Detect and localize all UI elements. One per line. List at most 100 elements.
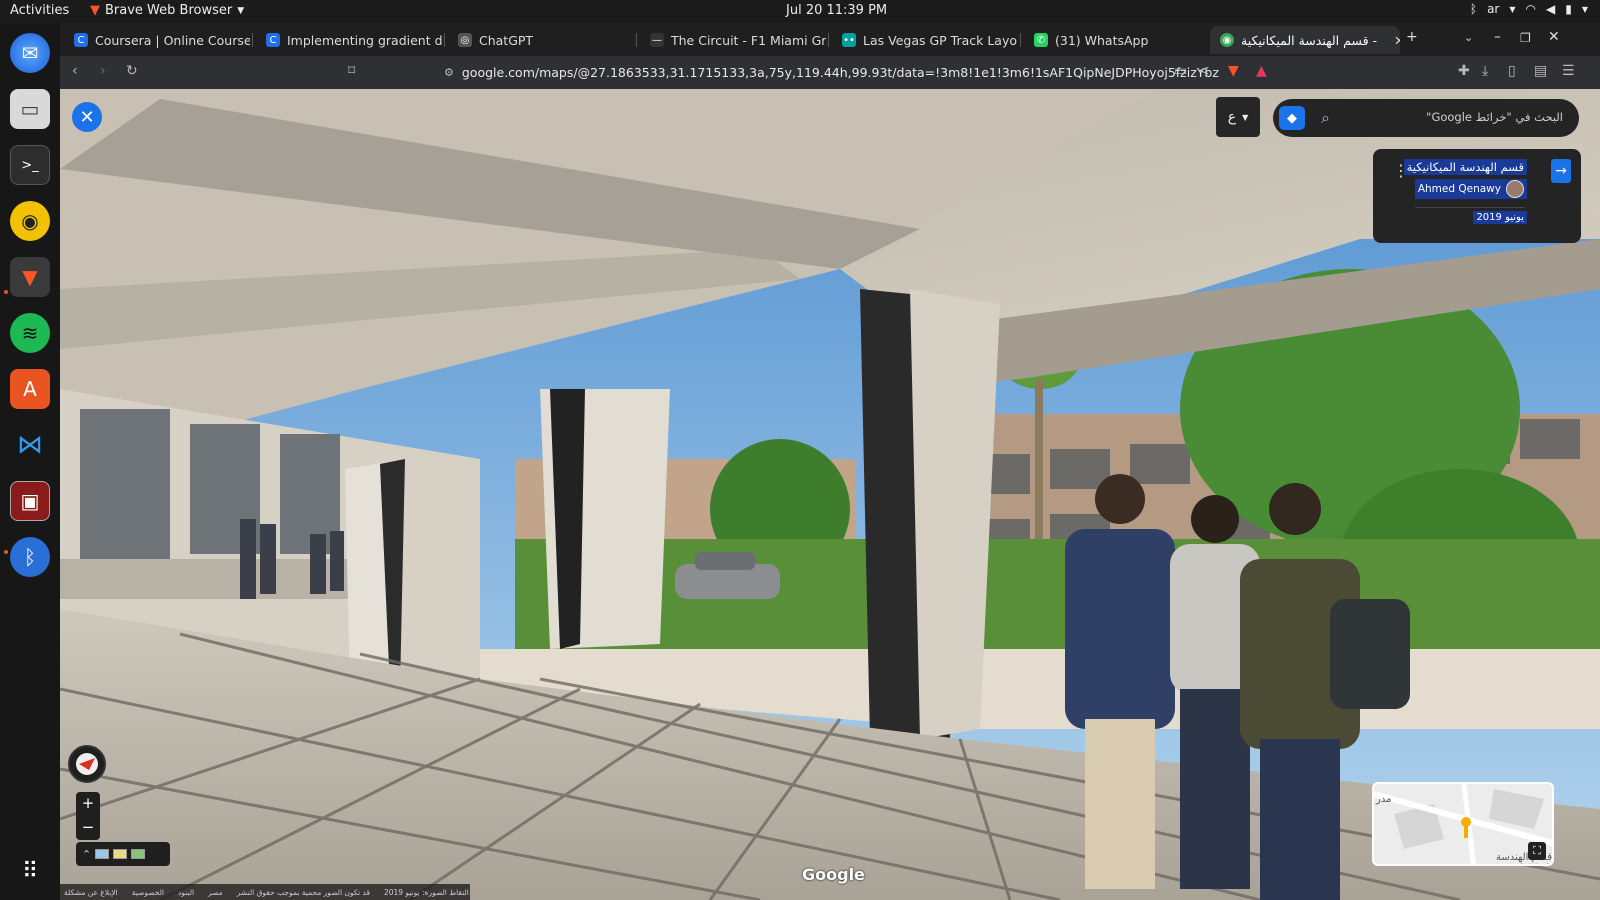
terminal-icon[interactable]: >_: [10, 145, 50, 185]
bookmark-icon[interactable]: ⌑: [348, 63, 355, 79]
share-icon[interactable]: ⋖: [1198, 63, 1210, 79]
tab-divider: [1020, 33, 1021, 47]
directions-button[interactable]: ◆: [1279, 106, 1305, 130]
tab-divider: [252, 33, 253, 47]
cast-icon[interactable]: ▭: [1174, 63, 1187, 79]
language-button[interactable]: ع ▼: [1216, 97, 1260, 137]
compass-button[interactable]: [68, 745, 106, 783]
system-status-area[interactable]: ᛒ ar ▼ ◠ ◀ ▮ ▼: [1470, 2, 1588, 16]
expand-up-icon: ⌃: [82, 847, 92, 861]
battery-icon: ▮: [1565, 2, 1572, 16]
brave-shields-icon[interactable]: ▼: [1228, 63, 1239, 79]
brave-rewards-icon[interactable]: ▲: [1256, 63, 1267, 79]
language-label: ع: [1227, 109, 1237, 125]
maps-footer: تاريخ التقاط الصورة: يونيو 2019 قد تكون …: [60, 884, 470, 900]
brave-icon[interactable]: ▼: [10, 257, 50, 297]
menu-icon[interactable]: ☰: [1562, 63, 1575, 79]
chevron-down-icon: ▼: [1242, 112, 1249, 122]
wallet-icon[interactable]: ▤: [1534, 63, 1547, 79]
tab-strip: C Coursera | Online Courses F C Implemen…: [60, 23, 1600, 56]
new-tab-button[interactable]: +: [1406, 29, 1418, 45]
tab-divider: [444, 33, 445, 47]
tab-chatgpt[interactable]: ◎ ChatGPT: [448, 26, 634, 54]
rhythmbox-icon[interactable]: ◉: [10, 201, 50, 241]
back-icon[interactable]: ‹: [72, 63, 78, 79]
street-view-panorama[interactable]: ✕ ع ▼ ◆ ⌕ البحث في "خرائط Google" ⋮ قسم …: [60, 89, 1600, 900]
search-input[interactable]: البحث في "خرائط Google": [1426, 110, 1563, 124]
extensions-icon[interactable]: ✚: [1458, 63, 1470, 79]
tab-f1-miami[interactable]: — The Circuit - F1 Miami Granc: [640, 26, 826, 54]
reload-icon[interactable]: ↻: [126, 63, 138, 79]
mini-map[interactable]: مدر قسم الهندسة الميكانيكية ⛶: [1372, 782, 1554, 866]
show-apps-icon[interactable]: ⠿: [10, 851, 50, 891]
expand-icon[interactable]: ⛶: [1528, 842, 1546, 860]
search-icon[interactable]: ⌕: [1321, 108, 1330, 128]
close-street-view-button[interactable]: ✕: [72, 102, 102, 132]
clock[interactable]: Jul 20 11:39 PM: [786, 3, 887, 18]
vscode-icon[interactable]: ⋈: [10, 425, 50, 465]
screen-recorder-icon[interactable]: ▣: [10, 481, 50, 521]
place-title[interactable]: قسم الهندسة الميكانيكية: [1403, 159, 1527, 175]
author-name: Ahmed Qenawy: [1417, 183, 1501, 195]
downloads-icon[interactable]: ⤓: [1482, 63, 1488, 79]
tab-search-icon[interactable]: ⌄: [1464, 31, 1473, 44]
running-indicator: [4, 290, 8, 294]
bluetooth-app-icon[interactable]: ᛒ: [10, 537, 50, 577]
tab-las-vegas[interactable]: •• Las Vegas GP Track Layout: [832, 26, 1018, 54]
wifi-icon: ◠: [1525, 2, 1536, 16]
chatgpt-icon: ◎: [458, 33, 472, 47]
close-window-icon[interactable]: ✕: [1548, 29, 1560, 45]
tab-divider: [828, 33, 829, 47]
chevron-down-icon: ▼: [237, 5, 245, 16]
zoom-out-button[interactable]: −: [76, 816, 100, 840]
compass-icon: [76, 753, 98, 775]
site-info-icon[interactable]: ⚙: [444, 66, 454, 79]
arrow-right-icon: →: [1555, 163, 1567, 179]
zoom-in-button[interactable]: +: [76, 792, 100, 816]
layer-thumbnail[interactable]: [113, 849, 128, 859]
tab-label: The Circuit - F1 Miami Granc: [671, 32, 826, 48]
keyboard-layout[interactable]: ar: [1487, 2, 1499, 16]
tab-implementing-gradient[interactable]: C Implementing gradient des: [256, 26, 442, 54]
layer-thumbnail[interactable]: [131, 849, 146, 859]
tab-label: قسم الهندسة الميكانيكية -: [1241, 32, 1378, 48]
system-top-bar: Activities ▼ Brave Web Browser ▼ Jul 20 …: [0, 0, 1600, 23]
footer-country[interactable]: مصر: [208, 888, 223, 897]
footer-report[interactable]: الإبلاغ عن مشكلة: [64, 888, 118, 897]
forward-icon[interactable]: ›: [100, 63, 106, 79]
browser-toolbar: ‹ › ↻ ⌑ ⚙ google.com/maps/@27.1863533,31…: [60, 56, 1600, 89]
maps-search-box[interactable]: ◆ ⌕ البحث في "خرائط Google": [1273, 99, 1579, 137]
app-center-icon[interactable]: A: [10, 369, 50, 409]
directions-icon: ◆: [1287, 110, 1297, 126]
activities-button[interactable]: Activities: [10, 3, 69, 18]
power-menu-icon: ▼: [1581, 4, 1588, 14]
tab-label: Coursera | Online Courses F: [95, 32, 250, 48]
tab-label: Implementing gradient des: [287, 32, 442, 48]
coursera-icon: C: [74, 33, 88, 47]
files-icon[interactable]: ▭: [10, 89, 50, 129]
coursera-icon: C: [266, 33, 280, 47]
footer-terms[interactable]: البنود: [178, 888, 194, 897]
sidebar-icon[interactable]: ▯: [1508, 63, 1516, 79]
brave-small-icon: ▼: [90, 3, 100, 18]
footer-privacy[interactable]: الخصوصية: [132, 888, 164, 897]
app-menu-label: Brave Web Browser: [105, 3, 233, 18]
street-view-image[interactable]: [60, 89, 1600, 900]
divider: [1415, 207, 1525, 208]
thunderbird-icon[interactable]: ✉: [10, 33, 50, 73]
app-menu[interactable]: ▼ Brave Web Browser ▼: [90, 3, 244, 18]
capture-date: يونيو 2019: [1473, 211, 1527, 224]
restore-icon[interactable]: ❐: [1520, 31, 1531, 45]
tab-divider: [636, 33, 637, 47]
layers-control[interactable]: ⌃: [76, 842, 170, 866]
tab-google-maps[interactable]: ◉ قسم الهندسة الميكانيكية - ✕: [1210, 26, 1400, 54]
tab-coursera[interactable]: C Coursera | Online Courses F: [64, 26, 250, 54]
close-tab-icon[interactable]: ✕: [1394, 33, 1400, 48]
address-bar[interactable]: ⚙ google.com/maps/@27.1863533,31.1715133…: [438, 59, 1220, 86]
minimize-icon[interactable]: –: [1494, 29, 1501, 45]
back-to-map-button[interactable]: →: [1551, 159, 1571, 183]
tab-whatsapp[interactable]: ✆ (31) WhatsApp: [1024, 26, 1210, 54]
layer-thumbnail[interactable]: [95, 849, 110, 859]
photo-author[interactable]: Ahmed Qenawy: [1414, 179, 1527, 199]
spotify-icon[interactable]: ≋: [10, 313, 50, 353]
